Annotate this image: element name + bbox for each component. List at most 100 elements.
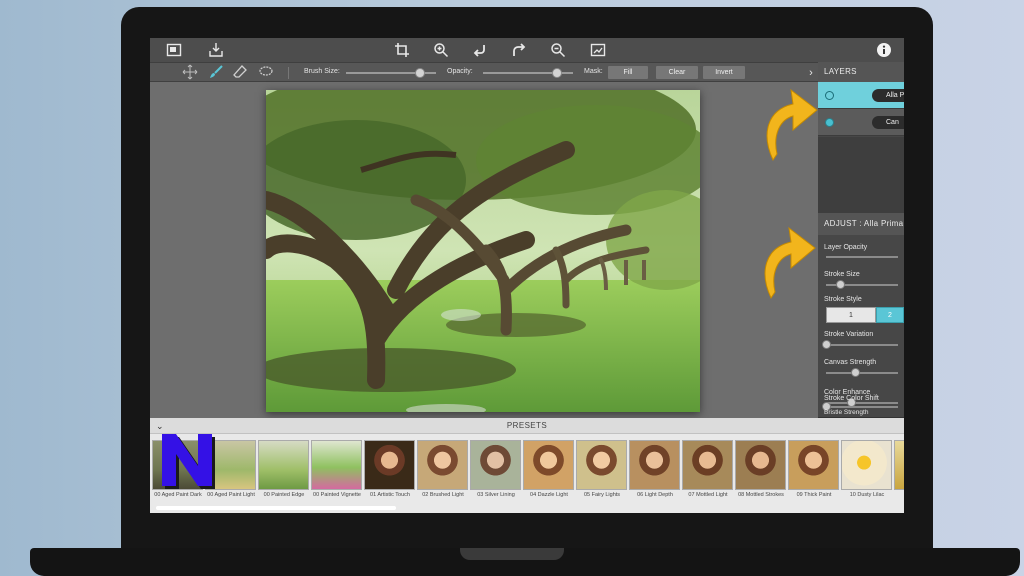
zoom-out-icon[interactable] (550, 42, 568, 58)
preset-thumbnail (523, 440, 574, 490)
layers-empty-area (818, 137, 904, 213)
presets-title: PRESETS (150, 418, 904, 434)
canvas-strength-label: Canvas Strength (824, 359, 877, 366)
preset-label: 05 Fairy Lights (583, 492, 621, 498)
opacity-label: Opacity: (447, 68, 473, 75)
preset-item[interactable]: 03 Silver Lining (470, 440, 522, 512)
divider (288, 67, 289, 79)
info-icon[interactable] (876, 42, 894, 58)
layers-header: LAYERS (818, 62, 904, 82)
preset-item[interactable]: 04 Dazzle Light (523, 440, 575, 512)
presets-scrollbar[interactable] (156, 506, 396, 510)
preset-item[interactable]: 05 Fairy Lights (576, 440, 628, 512)
preset-item[interactable]: 06 Light Depth (629, 440, 681, 512)
save-icon[interactable] (208, 42, 226, 58)
stroke-size-knob[interactable] (836, 280, 846, 289)
preset-item[interactable]: 07 Mottled Light (682, 440, 734, 512)
preset-thumbnail (470, 440, 521, 490)
preset-label: 10 Dusty Lilac (849, 492, 885, 498)
top-right-toolbar (818, 38, 904, 62)
preset-item[interactable]: 09 Thick Paint (788, 440, 840, 512)
pointer-arrow-stroke-size (753, 222, 819, 307)
preset-thumbnail (841, 440, 892, 490)
preset-thumbnail (735, 440, 786, 490)
brush-icon[interactable] (208, 64, 226, 80)
canvas-strength-slider[interactable] (826, 372, 898, 374)
preset-thumbnail (417, 440, 468, 490)
mask-invert-button[interactable]: Invert (703, 66, 745, 79)
preset-label: 01 Artistic Touch (370, 492, 410, 498)
presets-bar: PRESETS ⌄ 00 Aged Paint Dark 00 Aged Pain… (150, 418, 904, 513)
stroke-variation-knob[interactable] (822, 340, 831, 349)
image-icon[interactable] (166, 42, 184, 58)
undo-icon[interactable] (472, 42, 490, 58)
stroke-style-option-1[interactable]: 1 (826, 307, 876, 323)
layer-opacity-label: Layer Opacity (824, 244, 868, 251)
preset-item[interactable]: 01 Artistic Touch (364, 440, 416, 512)
preset-thumbnail (311, 440, 362, 490)
canvas-strength-knob[interactable] (850, 368, 860, 377)
mask-label: Mask: (584, 68, 603, 75)
preset-item[interactable]: 00 Painted Edge (258, 440, 310, 512)
preset-thumbnail (682, 440, 733, 490)
preset-label: 03 Silver Lining (477, 492, 515, 498)
right-panel: LAYERS Alla P Can ADJUST : Alla Prima La… (818, 62, 904, 417)
mask-clear-button[interactable]: Clear (656, 66, 698, 79)
stroke-variation-label: Stroke Variation (824, 331, 874, 338)
n-logo-watermark (156, 430, 222, 490)
stroke-color-shift-slider[interactable] (826, 406, 898, 408)
preset-label: 09 Thick Paint (796, 492, 832, 498)
stroke-style-label: Stroke Style (824, 296, 862, 303)
color-enhance-slider[interactable] (826, 402, 898, 404)
preset-label: 00 Painted Edge (263, 492, 305, 498)
preset-label: 02 Brushed Light (422, 492, 464, 498)
stroke-variation-slider[interactable] (826, 344, 898, 346)
preset-item[interactable]: 10 Dusty Lilac (841, 440, 893, 512)
bristle-strength-label: Bristle Strength (824, 409, 869, 416)
preset-item[interactable]: 00 Painted Vignette (311, 440, 363, 512)
preset-label: 07 Mottled Light (688, 492, 728, 498)
preset-thumbnail (788, 440, 839, 490)
eraser-icon[interactable] (232, 64, 250, 80)
preset-label: 00 Aged Paint Dark (154, 492, 202, 498)
brush-size-knob[interactable] (414, 68, 425, 78)
preset-label: 04 Dazzle Light (530, 492, 568, 498)
brush-toolbar: Brush Size: Opacity: Mask: Fill Clear In… (150, 62, 818, 82)
painting-image[interactable] (266, 90, 700, 412)
preset-label: 06 Light Depth (637, 492, 673, 498)
layer-visibility-icon[interactable] (825, 118, 834, 127)
preset-item[interactable]: 02 Brushed Light (417, 440, 469, 512)
move-icon[interactable] (182, 64, 200, 80)
preset-thumbnail (894, 440, 904, 490)
main-toolbar (150, 38, 818, 62)
preset-thumbnail (576, 440, 627, 490)
stroke-color-shift-label: Stroke Color Shift (824, 395, 879, 402)
stroke-size-label: Stroke Size (824, 271, 860, 278)
laptop-notch (460, 548, 564, 560)
preset-label: 11 (894, 492, 904, 498)
redo-icon[interactable] (511, 42, 529, 58)
preset-item[interactable]: 11 (894, 440, 904, 512)
compare-icon[interactable] (590, 42, 608, 58)
brush-size-label: Brush Size: (304, 68, 340, 75)
preset-label: 00 Aged Paint Light (207, 492, 255, 498)
zoom-in-icon[interactable] (433, 42, 451, 58)
crop-icon[interactable] (394, 42, 412, 58)
opacity-knob[interactable] (551, 68, 562, 78)
preset-item[interactable]: 08 Mottled Strokes (735, 440, 787, 512)
preset-thumbnail (629, 440, 680, 490)
preset-label: 00 Painted Vignette (313, 492, 361, 498)
adjust-header: ADJUST : Alla Prima (818, 213, 904, 235)
stroke-style-option-2[interactable]: 2 (876, 307, 904, 323)
layer-row-alla-prima[interactable]: Alla P (818, 82, 904, 109)
preset-label: 08 Mottled Strokes (738, 492, 784, 498)
layer-name: Can (872, 116, 904, 129)
layer-opacity-slider[interactable] (826, 256, 898, 258)
pointer-arrow-layers (757, 84, 819, 169)
mask-fill-button[interactable]: Fill (608, 66, 648, 79)
lasso-icon[interactable] (258, 64, 276, 80)
preset-thumbnail (258, 440, 309, 490)
layer-row-canvas[interactable]: Can (818, 109, 904, 136)
preset-thumbnail (364, 440, 415, 490)
layer-visibility-icon[interactable] (825, 91, 834, 100)
